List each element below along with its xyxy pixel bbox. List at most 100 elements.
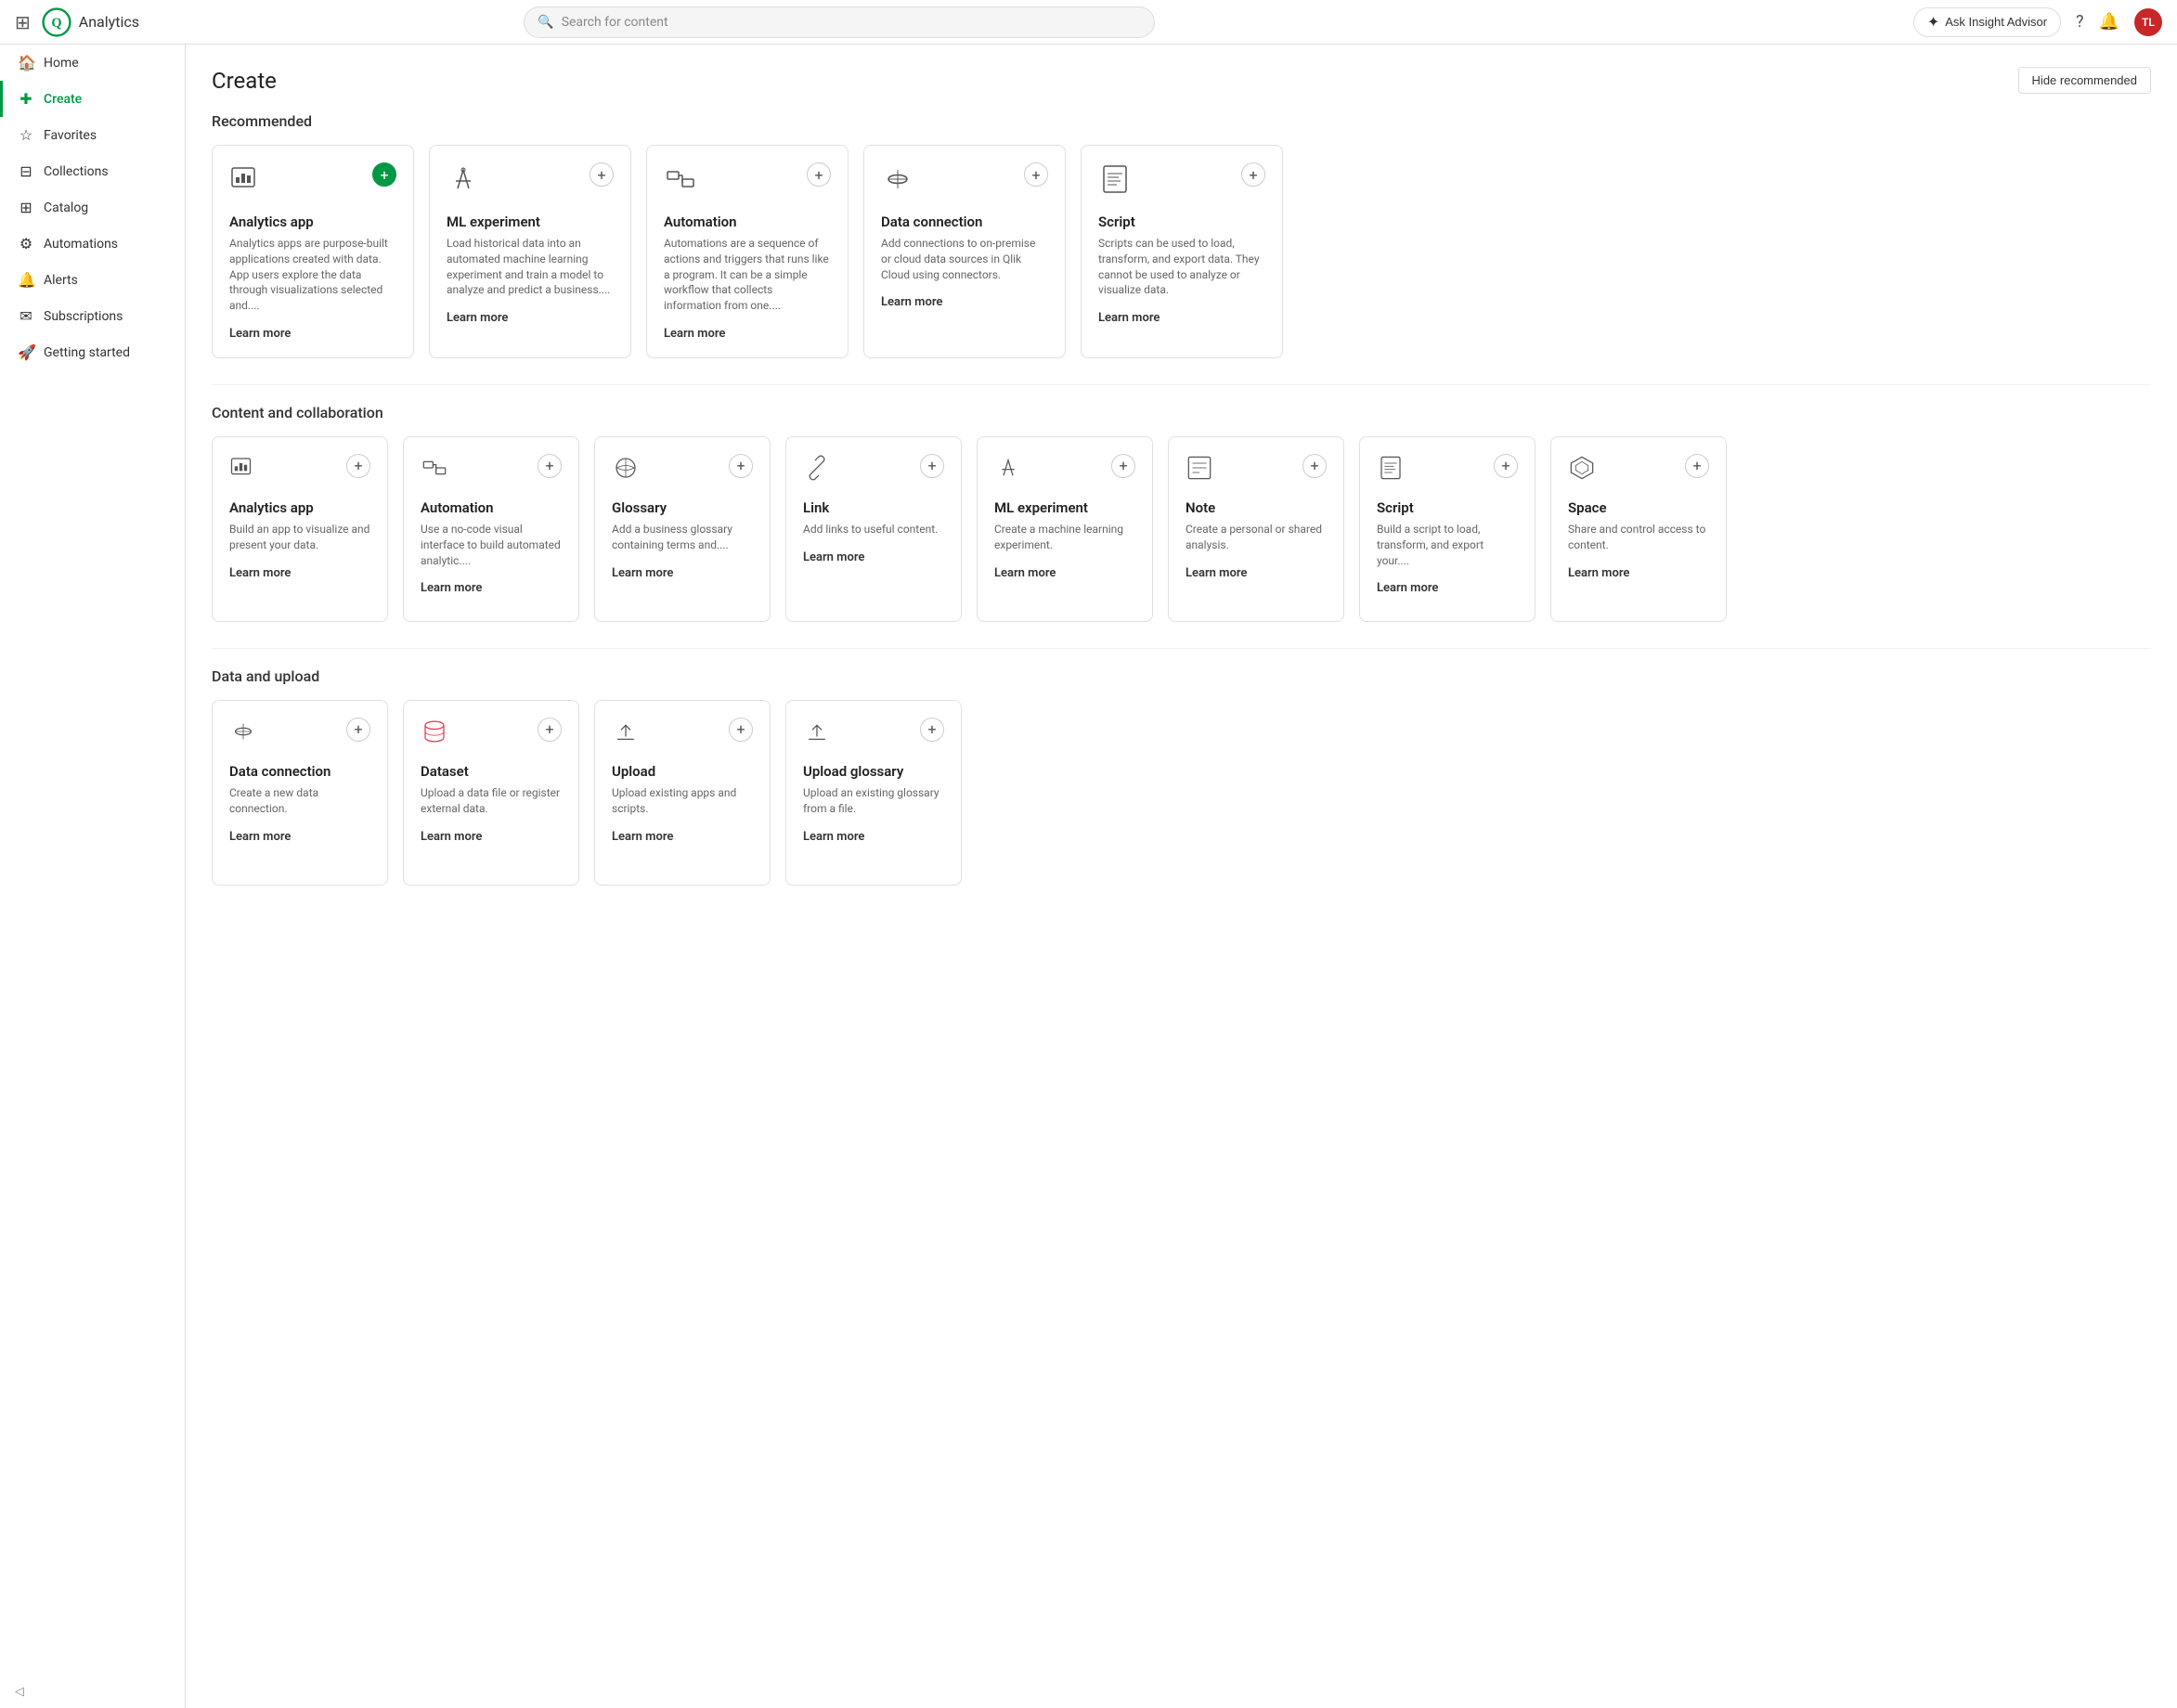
automation-rec-learn-more[interactable]: Learn more — [664, 327, 725, 341]
data-upload-section-title: Data and upload — [212, 667, 2151, 685]
note-cc-add-button[interactable]: + — [1302, 454, 1327, 478]
automation-cc-add-button[interactable]: + — [538, 454, 562, 478]
card-script-recommended[interactable]: + Script Scripts can be used to load, tr… — [1081, 145, 1283, 358]
sidebar-item-home[interactable]: 🏠 Home — [0, 45, 185, 81]
alerts-icon: 🔔 — [18, 271, 34, 289]
analytics-app-icon — [229, 162, 263, 202]
card-analytics-app-cc[interactable]: + Analytics app Build an app to visualiz… — [212, 436, 388, 622]
sidebar-item-getting-started[interactable]: 🚀 Getting started — [0, 334, 185, 370]
subscriptions-icon: ✉ — [18, 307, 34, 325]
card-ml-experiment-recommended[interactable]: + ML experiment Load historical data int… — [429, 145, 631, 358]
analytics-app-cc-add-button[interactable]: + — [346, 454, 370, 478]
notification-icon[interactable]: 🔔 — [2099, 12, 2119, 32]
upload-du-add-button[interactable]: + — [729, 718, 753, 742]
script-cc-icon — [1377, 454, 1405, 488]
recommended-section: Recommended + — [212, 112, 2151, 358]
qlik-logo: Q — [42, 7, 71, 37]
card-icon-row: + — [1568, 454, 1709, 488]
card-dataset-du[interactable]: + Dataset Upload a data file or register… — [403, 700, 579, 886]
upload-glossary-du-add-button[interactable]: + — [920, 718, 944, 742]
sidebar-item-collections-label: Collections — [44, 164, 109, 179]
ml-experiment-cc-add-button[interactable]: + — [1111, 454, 1135, 478]
data-connection-du-learn-more[interactable]: Learn more — [229, 830, 291, 844]
sidebar-item-alerts-label: Alerts — [44, 273, 78, 288]
link-cc-learn-more[interactable]: Learn more — [803, 550, 864, 564]
rocket-icon: 🚀 — [18, 343, 34, 361]
upload-glossary-du-learn-more[interactable]: Learn more — [803, 830, 864, 844]
card-ml-experiment-cc[interactable]: + ML experiment Create a machine learnin… — [977, 436, 1153, 622]
link-cc-add-button[interactable]: + — [920, 454, 944, 478]
card-automation-recommended[interactable]: + Automation Automations are a sequence … — [646, 145, 849, 358]
card-upload-du[interactable]: + Upload Upload existing apps and script… — [594, 700, 771, 886]
card-space-cc[interactable]: + Space Share and control access to cont… — [1550, 436, 1727, 622]
sidebar-item-collections[interactable]: ⊟ Collections — [0, 153, 185, 189]
data-connection-icon — [881, 162, 914, 202]
script-add-button[interactable]: + — [1241, 162, 1265, 187]
insight-advisor-button[interactable]: ✦ Ask Insight Advisor — [1913, 7, 2061, 37]
insight-advisor-label: Ask Insight Advisor — [1945, 15, 2047, 29]
sidebar-item-alerts[interactable]: 🔔 Alerts — [0, 262, 185, 298]
sidebar-item-favorites[interactable]: ☆ Favorites — [0, 117, 185, 153]
search-bar[interactable]: 🔍 Search for content — [524, 6, 1155, 38]
user-avatar[interactable]: TL — [2134, 8, 2162, 36]
data-connection-du-add-button[interactable]: + — [346, 718, 370, 742]
dataset-du-learn-more[interactable]: Learn more — [421, 830, 482, 844]
card-data-connection-du[interactable]: + Data connection Create a new data conn… — [212, 700, 388, 886]
upload-du-learn-more[interactable]: Learn more — [612, 830, 673, 844]
ml-experiment-add-button[interactable]: + — [590, 162, 614, 187]
analytics-app-add-button[interactable]: + — [372, 162, 396, 187]
help-icon[interactable]: ? — [2076, 12, 2084, 32]
data-connection-add-button[interactable]: + — [1024, 162, 1048, 187]
data-connection-rec-learn-more[interactable]: Learn more — [881, 295, 942, 309]
script-cc-learn-more[interactable]: Learn more — [1377, 581, 1438, 595]
card-upload-glossary-du[interactable]: + Upload glossary Upload an existing glo… — [785, 700, 962, 886]
grid-icon[interactable]: ⊞ — [15, 11, 31, 33]
main-content: Create Hide recommended Recommended — [186, 45, 2177, 1708]
data-connection-du-name: Data connection — [229, 763, 370, 780]
automation-icon — [664, 162, 697, 202]
collapse-button[interactable]: ◁ — [15, 1685, 170, 1699]
card-link-cc[interactable]: + Link Add links to useful content. Lear… — [785, 436, 962, 622]
analytics-app-rec-learn-more[interactable]: Learn more — [229, 327, 291, 341]
dataset-du-add-button[interactable]: + — [538, 718, 562, 742]
card-icon-row: + — [881, 162, 1048, 202]
space-cc-learn-more[interactable]: Learn more — [1568, 566, 1629, 580]
ml-experiment-cc-learn-more[interactable]: Learn more — [994, 566, 1056, 580]
space-cc-desc: Share and control access to content. — [1568, 522, 1709, 553]
note-cc-icon — [1186, 454, 1213, 488]
sidebar-item-automations[interactable]: ⚙ Automations — [0, 226, 185, 262]
script-cc-add-button[interactable]: + — [1494, 454, 1518, 478]
space-cc-add-button[interactable]: + — [1685, 454, 1709, 478]
analytics-app-cc-learn-more[interactable]: Learn more — [229, 566, 291, 580]
upload-glossary-du-desc: Upload an existing glossary from a file. — [803, 785, 944, 817]
card-icon-row: + — [229, 162, 396, 202]
card-script-cc[interactable]: + Script Build a script to load, transfo… — [1359, 436, 1536, 622]
ml-experiment-cc-desc: Create a machine learning experiment. — [994, 522, 1135, 553]
insight-advisor-icon: ✦ — [1927, 13, 1939, 32]
catalog-icon: ⊞ — [18, 199, 34, 216]
card-icon-row: + — [803, 718, 944, 752]
note-cc-learn-more[interactable]: Learn more — [1186, 566, 1247, 580]
search-input[interactable]: Search for content — [562, 15, 668, 30]
card-note-cc[interactable]: + Note Create a personal or shared analy… — [1168, 436, 1344, 622]
glossary-cc-add-button[interactable]: + — [729, 454, 753, 478]
card-automation-cc[interactable]: + Automation Use a no-code visual interf… — [403, 436, 579, 622]
automation-add-button[interactable]: + — [807, 162, 831, 187]
card-glossary-cc[interactable]: + Glossary Add a business glossary conta… — [594, 436, 771, 622]
sidebar-item-catalog[interactable]: ⊞ Catalog — [0, 189, 185, 226]
glossary-cc-desc: Add a business glossary containing terms… — [612, 522, 753, 553]
card-data-connection-recommended[interactable]: + Data connection Add connections to on-… — [863, 145, 1066, 358]
hide-recommended-button[interactable]: Hide recommended — [2018, 67, 2151, 94]
search-icon: 🔍 — [538, 15, 553, 30]
glossary-cc-learn-more[interactable]: Learn more — [612, 566, 673, 580]
note-cc-name: Note — [1186, 499, 1327, 516]
automation-cc-learn-more[interactable]: Learn more — [421, 581, 482, 595]
script-rec-learn-more[interactable]: Learn more — [1098, 311, 1160, 325]
sidebar-item-subscriptions[interactable]: ✉ Subscriptions — [0, 298, 185, 334]
sidebar-item-create[interactable]: ✚ Create — [0, 81, 185, 117]
card-analytics-app-recommended[interactable]: + Analytics app Analytics apps are purpo… — [212, 145, 414, 358]
script-cc-desc: Build a script to load, transform, and e… — [1377, 522, 1518, 568]
automation-cc-icon — [421, 454, 448, 488]
ml-experiment-rec-learn-more[interactable]: Learn more — [447, 311, 508, 325]
top-navigation: ⊞ Q Analytics 🔍 Search for content ✦ Ask… — [0, 0, 2177, 45]
